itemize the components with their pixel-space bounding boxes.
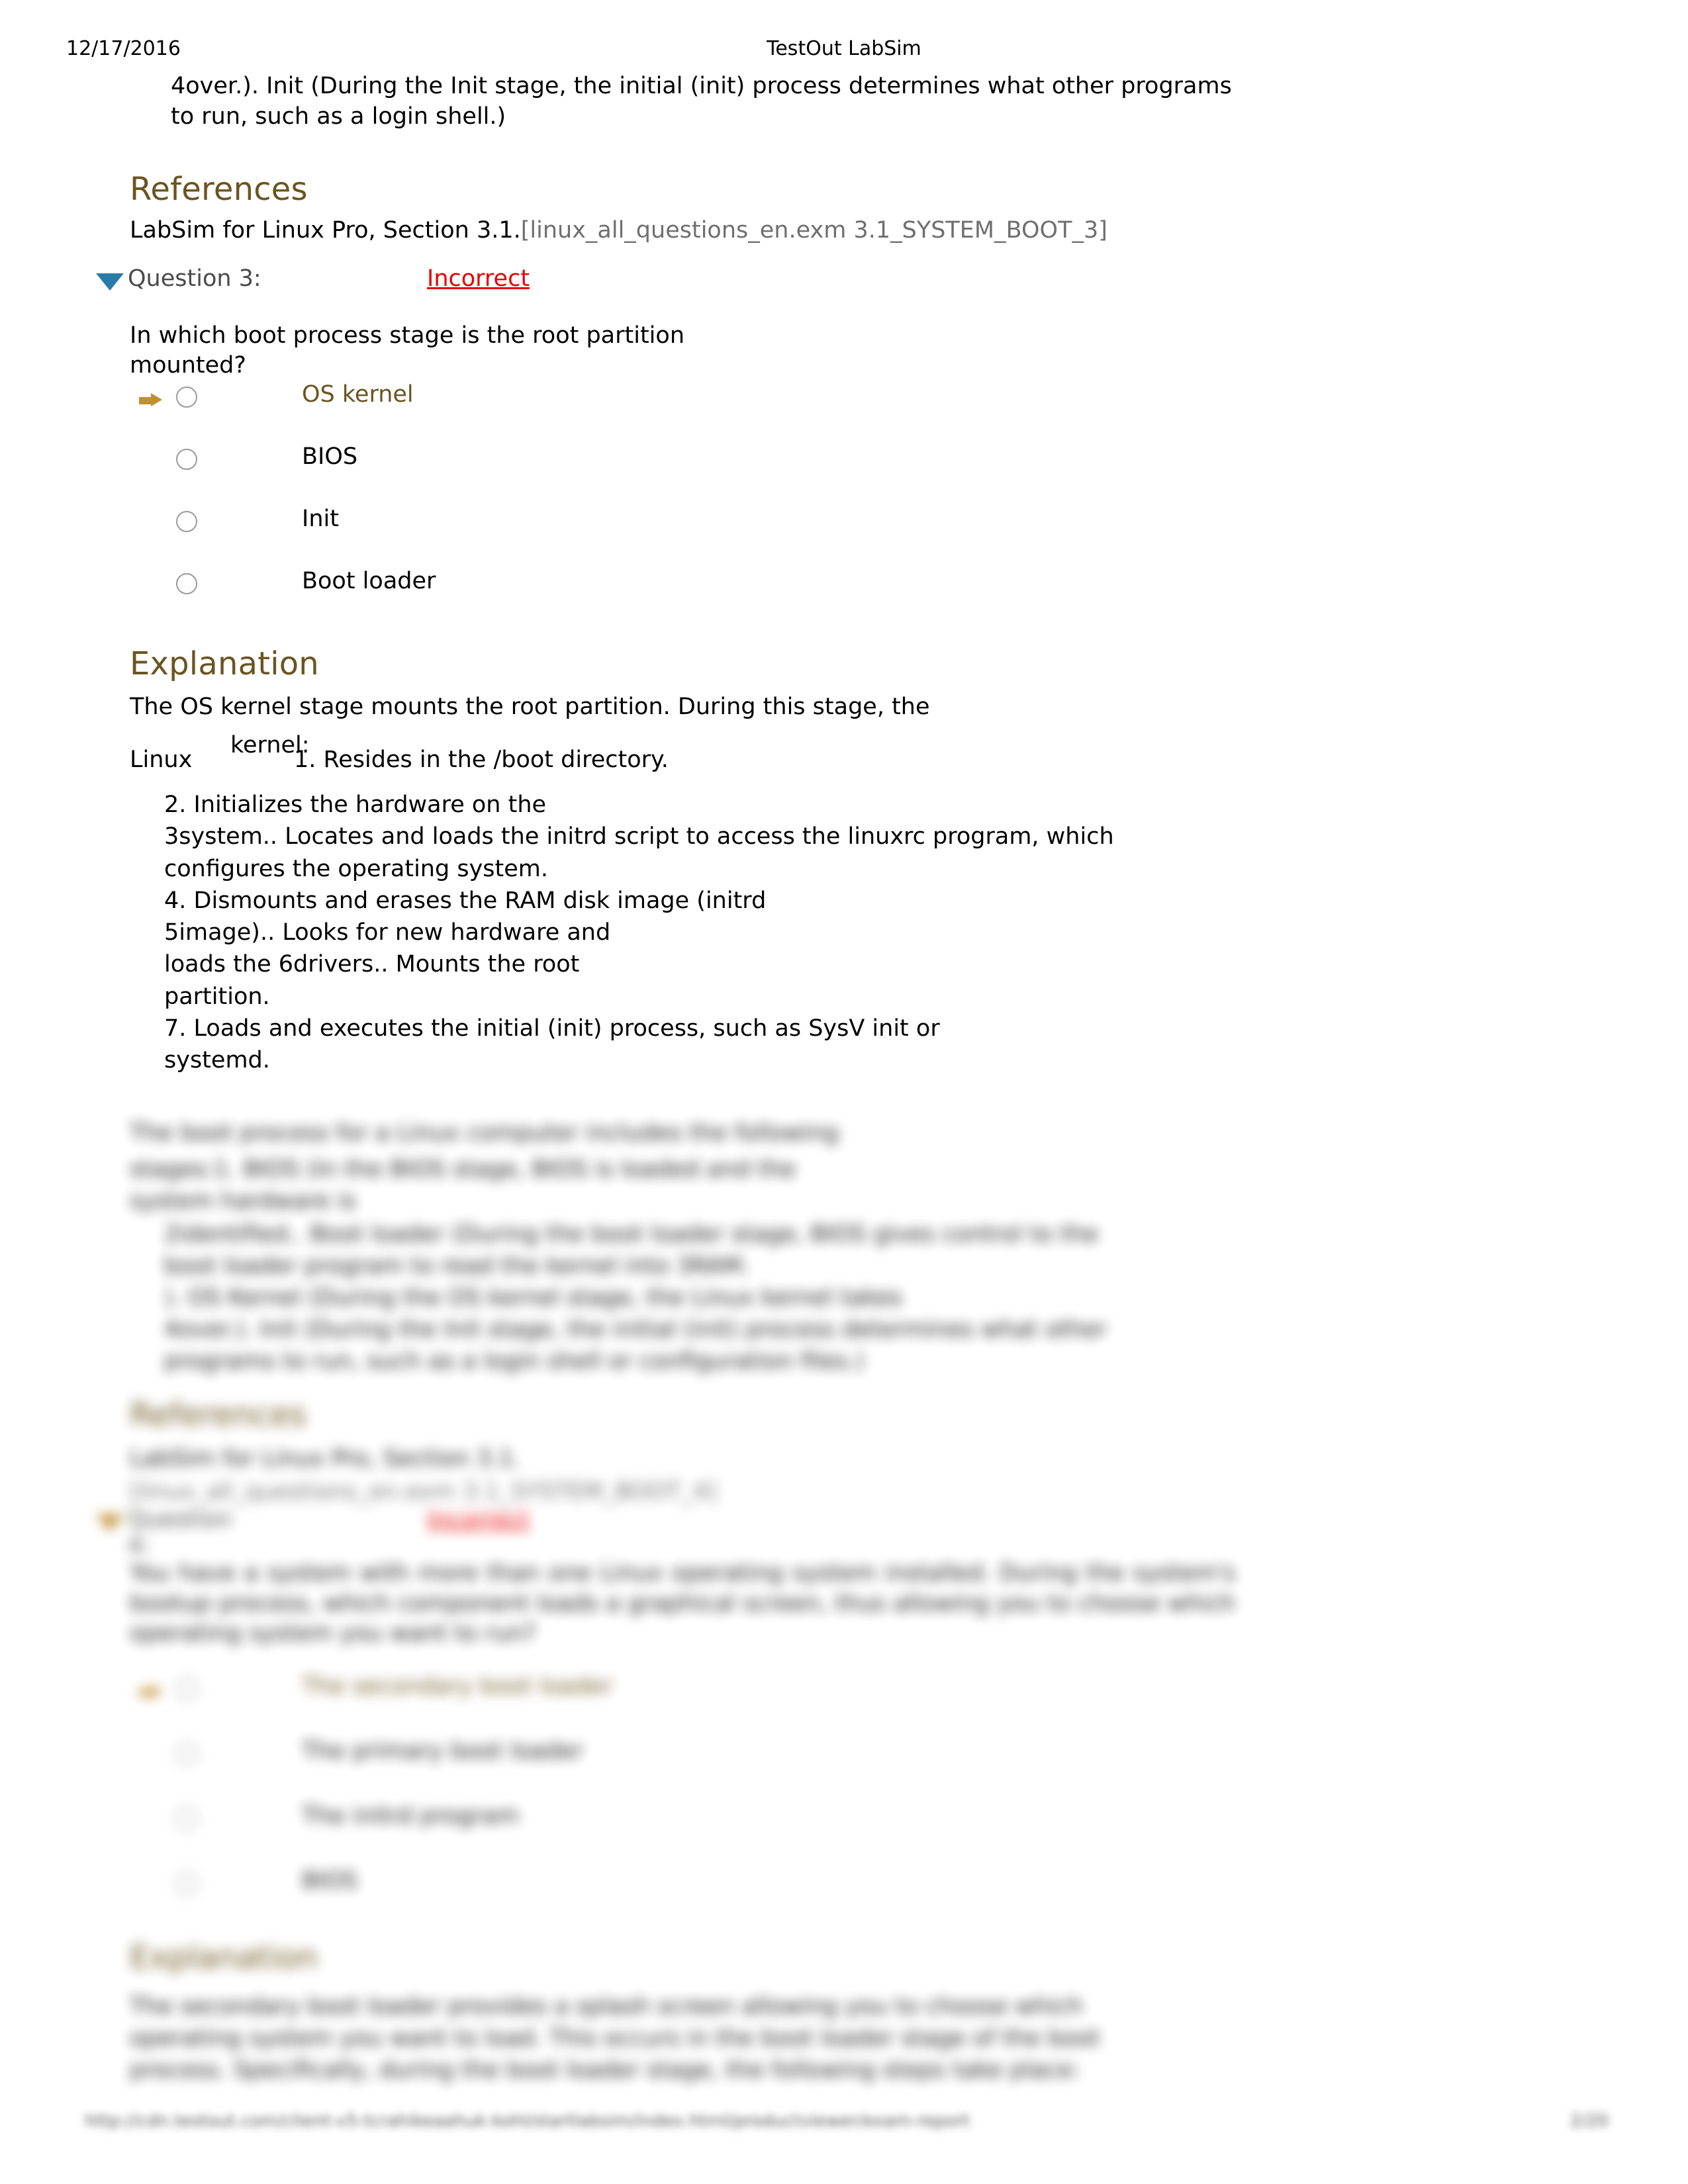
blurred-option-label: The initrd program [302, 1803, 520, 1829]
question3-status-badge[interactable]: Incorrect [427, 265, 530, 292]
blurred-option-row[interactable]: BIOS [130, 1868, 990, 1931]
option-row[interactable]: Init [130, 506, 924, 569]
explanation-linux-kernel-line: Linux kernel: 1. Resides in the /boot di… [130, 732, 1189, 773]
radio-unchecked-icon[interactable] [176, 573, 197, 594]
selected-answer-arrow-icon [139, 1689, 152, 1696]
option-row[interactable]: BIOS [130, 443, 924, 507]
blurred-boot-intro: The boot process for a Linux computer in… [130, 1120, 839, 1146]
blurred-boot-line: 2identified.. Boot loader (During the bo… [164, 1221, 1099, 1248]
blurred-option-label: The primary boot loader [302, 1738, 583, 1764]
radio-unchecked-icon[interactable] [176, 1808, 197, 1829]
explanation-step: 7. Loads and executes the initial (init)… [164, 1015, 940, 1042]
references-source: LabSim for Linux Pro, Section 3.1. [130, 217, 521, 244]
triangle-right-icon[interactable] [96, 1514, 124, 1531]
explanation-step: partition. [164, 983, 270, 1010]
continued-paragraph: 4over.). Init (During the Init stage, th… [171, 73, 1232, 130]
blurred-references-source: LabSim for Linux Pro, Section 3.1. [130, 1445, 521, 1472]
blurred-lower-content: The boot process for a Linux computer in… [0, 1091, 1688, 2184]
references-exam-ref: [linux_all_questions_en.exm 3.1_SYSTEM_B… [520, 217, 1107, 244]
question3-label: Question 3: [128, 265, 261, 292]
radio-unchecked-icon[interactable] [176, 1873, 197, 1894]
blurred-boot-line: stages:1. BIOS (In the BIOS stage, BIOS … [130, 1156, 796, 1183]
explanation-intro: The OS kernel stage mounts the root part… [130, 694, 930, 720]
radio-unchecked-icon[interactable] [176, 449, 197, 470]
question3-options: OS kernel BIOS Init Boot loader [130, 381, 924, 631]
radio-unchecked-icon[interactable] [176, 1678, 197, 1700]
explanation-linux-word: Linux [130, 747, 193, 773]
explanation-step: systemd. [164, 1047, 270, 1074]
explanation-step-1: 1. Resides in the /boot directory. [294, 747, 669, 773]
blurred-boot-line: 4over.). Init (During the Init stage, th… [164, 1316, 1107, 1343]
explanation-step: configures the operating system. [164, 855, 548, 882]
option-label: Init [302, 506, 339, 532]
blurred-option-row[interactable]: The secondary boot loader [130, 1673, 990, 1737]
blurred-boot-line: ). OS Kernel (During the OS kernel stage… [164, 1285, 902, 1311]
references-line: LabSim for Linux Pro, Section 3.1.[linux… [130, 217, 1107, 244]
blurred-option-label: BIOS [302, 1868, 358, 1894]
explanation-step: loads the 6drivers.. Mounts the root [164, 951, 580, 978]
explanation-heading: Explanation [130, 645, 319, 682]
radio-unchecked-icon[interactable] [176, 511, 197, 532]
blurred-boot-line: boot loader program to read the kernel i… [164, 1253, 750, 1279]
explanation-step: 4. Dismounts and erases the RAM disk ima… [164, 887, 767, 914]
blurred-question4-label: Question 4: [128, 1506, 232, 1559]
blurred-question4-status-badge[interactable]: Incorrect [427, 1506, 530, 1533]
blurred-references-exam-ref: [linux_all_questions_en.exm 3.1_SYSTEM_B… [130, 1479, 717, 1505]
option-label: Boot loader [302, 568, 436, 594]
explanation-step: 3system.. Locates and loads the initrd s… [164, 823, 1114, 850]
references-heading: References [130, 171, 308, 208]
explanation-step: 5image).. Looks for new hardware and [164, 919, 611, 946]
option-label: OS kernel [302, 381, 414, 408]
selected-answer-arrow-head-icon [151, 1685, 162, 1698]
blurred-option-row[interactable]: The primary boot loader [130, 1738, 990, 1801]
blurred-explanation-line: operating system you want to load. This … [130, 2025, 1100, 2052]
blurred-option-label: The secondary boot loader [302, 1673, 613, 1700]
blurred-boot-line: system hardware is [130, 1188, 356, 1214]
triangle-down-icon[interactable] [96, 273, 124, 291]
blurred-explanation-line: The secondary boot loader provides a spl… [130, 1993, 1083, 2020]
print-title: TestOut LabSim [767, 37, 921, 60]
blurred-boot-line: programs to run, such as a login shell o… [164, 1348, 865, 1375]
selected-answer-arrow-icon [139, 393, 162, 406]
footer-page-number: 2/20 [1570, 2111, 1609, 2131]
radio-unchecked-icon[interactable] [176, 387, 197, 408]
blurred-question4-prompt: You have a system with more than one Lin… [130, 1560, 1235, 1647]
explanation-steps: 2. Initializes the hardware on the 3syst… [164, 789, 1250, 1077]
explanation-step: 2. Initializes the hardware on the [164, 792, 547, 818]
blurred-references-heading: References [130, 1396, 306, 1433]
print-footer: http://cdn.testout.com/client-v5-tcrahik… [0, 2111, 1688, 2151]
blurred-explanation-line: process. Specifically, during the boot l… [130, 2057, 1080, 2083]
option-row[interactable]: OS kernel [130, 381, 924, 445]
print-header: 12/17/2016 TestOut LabSim [0, 37, 1688, 68]
blurred-option-row[interactable]: The initrd program [130, 1803, 990, 1866]
radio-unchecked-icon[interactable] [176, 1743, 197, 1764]
option-label: BIOS [302, 443, 358, 470]
option-row[interactable]: Boot loader [130, 568, 924, 631]
question3-header[interactable]: Question 3: Incorrect [96, 265, 1023, 300]
blurred-explanation-heading: Explanation [130, 1939, 318, 1976]
footer-url: http://cdn.testout.com/client-v5-tcrahik… [85, 2111, 970, 2131]
question3-prompt: In which boot process stage is the root … [130, 322, 685, 379]
